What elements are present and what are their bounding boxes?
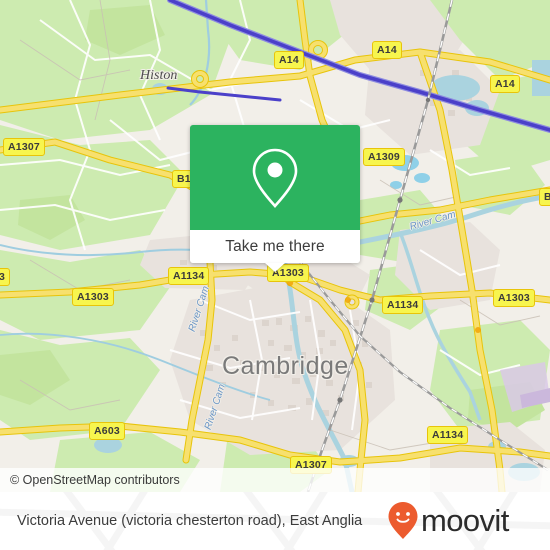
road-shield-a1134-2[interactable]: A1134 — [382, 296, 424, 314]
road-shield-a1309[interactable]: A1309 — [363, 148, 405, 166]
road-shield-a14-2[interactable]: A14 — [372, 41, 402, 59]
screenshot-root: Histon Cambridge River Cam River Cam Riv… — [0, 0, 550, 550]
road-shield-a1303-edge[interactable]: 3 — [0, 268, 11, 286]
road-shield-a14-1[interactable]: A14 — [274, 51, 304, 69]
map-label-histon: Histon — [140, 68, 178, 83]
location-title: Victoria Avenue (victoria chesterton roa… — [17, 513, 363, 529]
footer-content: Victoria Avenue (victoria chesterton roa… — [0, 492, 550, 550]
popup-action-area[interactable]: Take me there — [190, 230, 360, 272]
moovit-wordmark: moovit — [421, 503, 509, 538]
road-shield-a1307-1[interactable]: A1307 — [3, 138, 45, 156]
moovit-logo[interactable]: moovit — [387, 501, 509, 541]
take-me-there-label: Take me there — [225, 237, 325, 255]
road-shield-a1134-3[interactable]: A1134 — [427, 426, 469, 444]
attribution-text: © OpenStreetMap contributors — [10, 473, 180, 487]
popup-pointer-arrow — [265, 263, 285, 272]
popup-icon-area — [190, 125, 360, 230]
footer-bar: Victoria Avenue (victoria chesterton roa… — [0, 492, 550, 550]
location-popup-card[interactable]: Take me there — [190, 125, 360, 272]
road-shield-b-edge[interactable]: B — [539, 188, 550, 206]
map-pin-icon — [252, 148, 298, 208]
road-shield-a1303-1[interactable]: A1303 — [72, 288, 114, 306]
moovit-smiley-pin-icon — [388, 502, 418, 539]
map-attribution: © OpenStreetMap contributors — [0, 468, 550, 492]
road-shield-a14-3[interactable]: A14 — [490, 75, 520, 93]
road-shield-a1303-3[interactable]: A1303 — [493, 289, 535, 307]
road-shield-a603[interactable]: A603 — [89, 422, 125, 440]
road-shield-a1134-1[interactable]: A1134 — [168, 267, 210, 285]
map-label-cambridge: Cambridge — [222, 352, 349, 380]
